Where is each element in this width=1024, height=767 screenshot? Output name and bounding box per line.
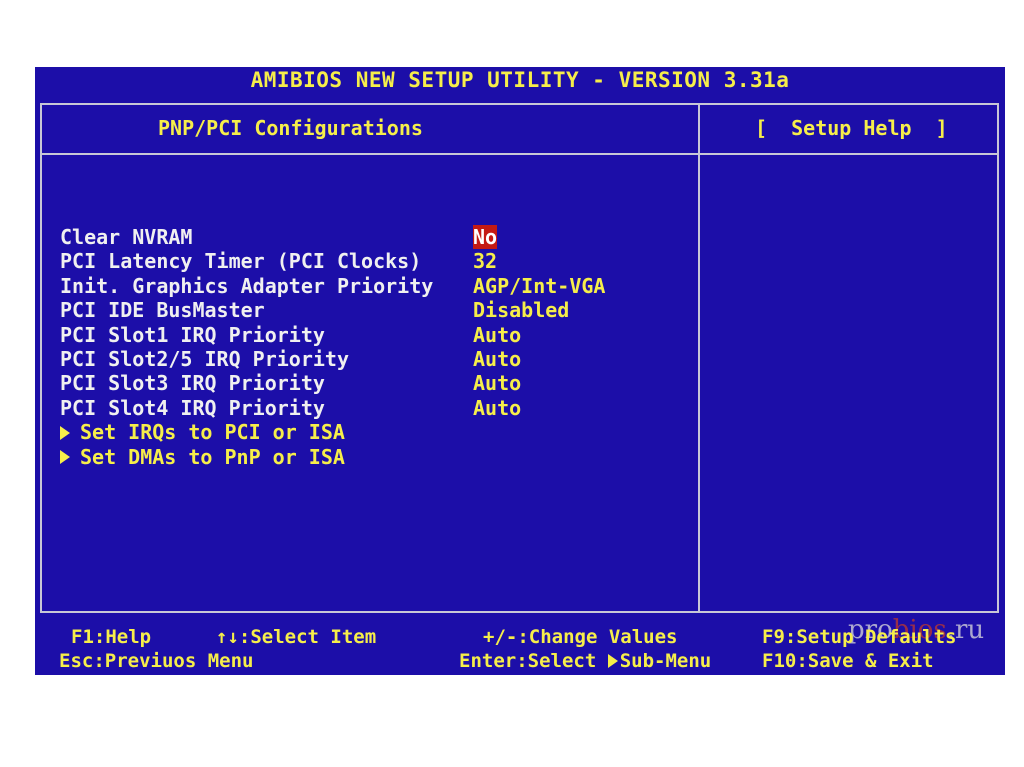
footer-select-key: ↑↓:Select Item (216, 626, 377, 648)
setting-label: Clear NVRAM (60, 225, 193, 249)
bios-screen: AMIBIOS NEW SETUP UTILITY - VERSION 3.31… (35, 67, 1005, 675)
window-title: AMIBIOS NEW SETUP UTILITY - VERSION 3.31… (250, 68, 790, 92)
footer-defaults-key: F9:Setup Defaults (762, 626, 957, 648)
setting-label: PCI Slot2/5 IRQ Priority (60, 346, 349, 371)
setting-label: PCI Slot4 IRQ Priority (60, 395, 325, 420)
setting-value[interactable]: Auto (473, 347, 521, 371)
footer-help-key: F1:Help (71, 626, 152, 648)
vertical-divider (698, 105, 700, 611)
setting-value-selected[interactable]: No (473, 225, 498, 249)
setting-value[interactable]: Auto (473, 396, 521, 420)
footer-enter-suffix: Sub-Menu (619, 650, 712, 672)
footer-enter-key: Enter:Select Sub-Menu (459, 649, 711, 673)
submenu-label: Set DMAs to PnP or ISA (80, 444, 345, 469)
setting-label: Init. Graphics Adapter Priority (60, 273, 434, 298)
setting-value[interactable]: Auto (473, 323, 521, 347)
setting-value[interactable]: 32 (473, 249, 497, 273)
footer-change-key: +/-:Change Values (483, 626, 678, 648)
footer-save-exit-key: F10:Save & Exit (762, 650, 934, 672)
setting-label: PCI Slot1 IRQ Priority (60, 322, 325, 347)
setting-label: PCI Slot3 IRQ Priority (60, 371, 325, 396)
setting-label: PCI Latency Timer (PCI Clocks) (60, 249, 422, 274)
submenu-arrow-icon (607, 653, 618, 668)
footer-esc-key: Esc:Previuos Menu (59, 650, 254, 672)
setting-value[interactable]: Auto (473, 371, 521, 395)
setting-label: PCI IDE BusMaster (60, 298, 265, 323)
submenu-label-wrap: Set IRQs to PCI or ISA (60, 420, 345, 444)
help-panel-title: [ Setup Help ] (755, 116, 948, 140)
setting-value[interactable]: Disabled (473, 298, 569, 322)
submenu-label: Set IRQs to PCI or ISA (80, 420, 345, 445)
submenu-label-wrap: Set DMAs to PnP or ISA (60, 445, 345, 469)
footer-enter-prefix: Enter:Select (459, 650, 608, 672)
setting-value[interactable]: AGP/Int-VGA (473, 274, 605, 298)
horizontal-divider (42, 153, 997, 155)
main-frame: PNP/PCI Configurations [ Setup Help ] Cl… (40, 103, 999, 645)
page-title: PNP/PCI Configurations (158, 116, 423, 140)
submenu-arrow-icon (60, 425, 70, 440)
footer-key-legend: F1:Help ↑↓:Select Item +/-:Change Values… (35, 623, 1005, 675)
submenu-arrow-icon (60, 450, 70, 465)
